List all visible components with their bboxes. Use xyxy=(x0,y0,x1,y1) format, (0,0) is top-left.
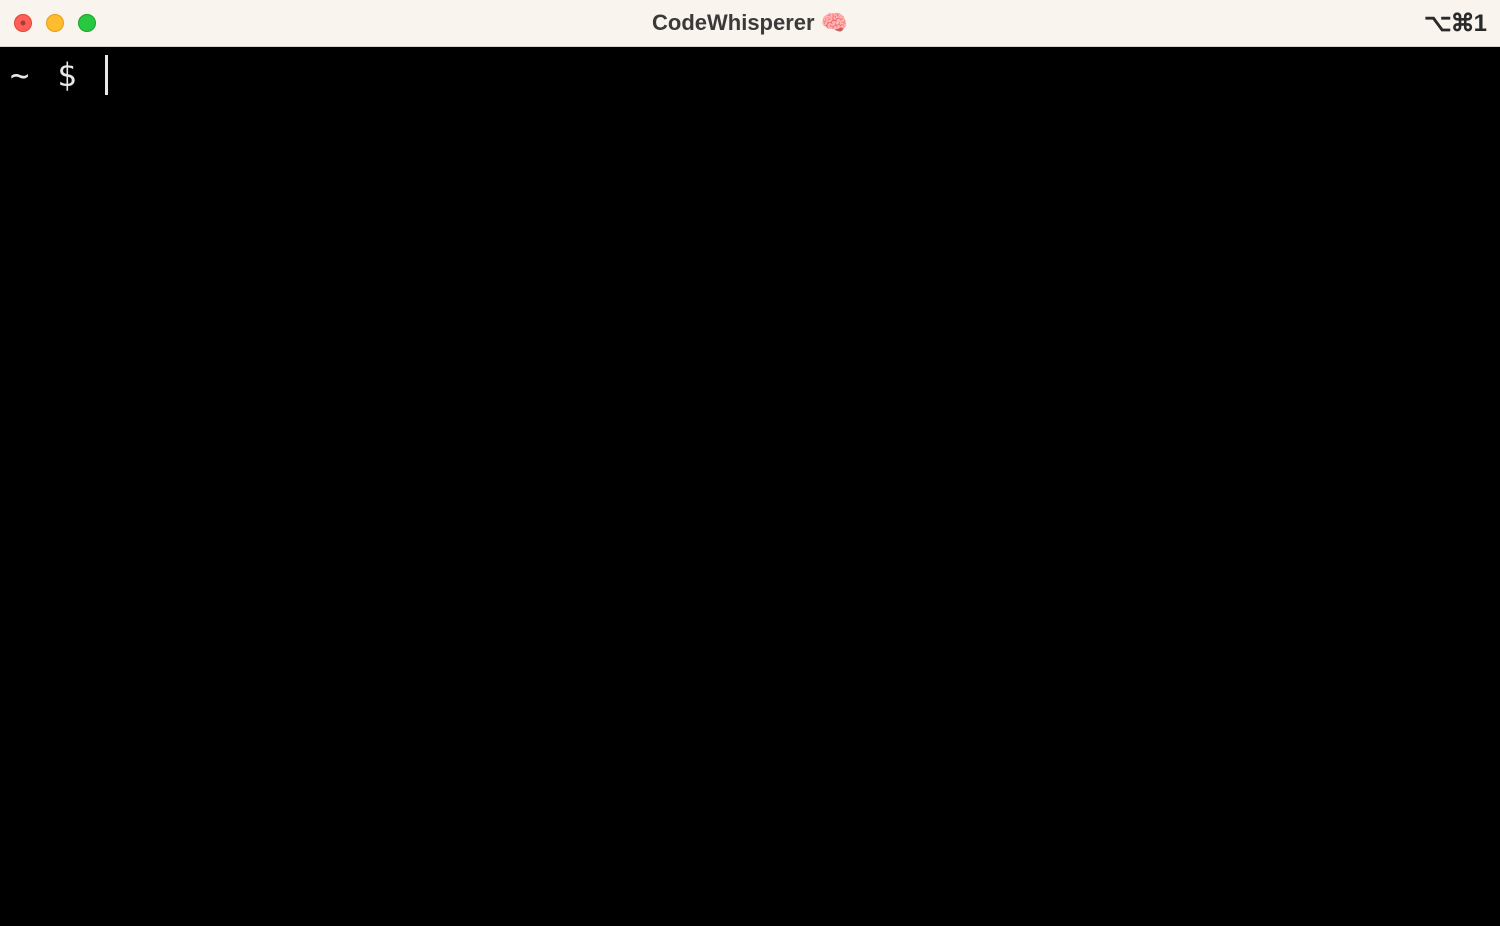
window-title: CodeWhisperer 🧠 xyxy=(652,10,848,36)
titlebar: CodeWhisperer 🧠 ⌥⌘1 xyxy=(0,0,1500,47)
maximize-button[interactable] xyxy=(78,14,96,32)
minimize-button[interactable] xyxy=(46,14,64,32)
cursor xyxy=(105,55,108,95)
keyboard-shortcut: ⌥⌘1 xyxy=(1424,9,1486,38)
close-button[interactable] xyxy=(14,14,32,32)
title-text: CodeWhisperer xyxy=(652,10,815,36)
brain-icon: 🧠 xyxy=(821,10,848,36)
prompt-line: ~ $ xyxy=(10,55,1490,95)
terminal[interactable]: ~ $ xyxy=(0,47,1500,926)
traffic-lights xyxy=(14,14,96,32)
prompt-symbol: $ xyxy=(57,56,76,94)
prompt-path: ~ xyxy=(10,56,29,94)
